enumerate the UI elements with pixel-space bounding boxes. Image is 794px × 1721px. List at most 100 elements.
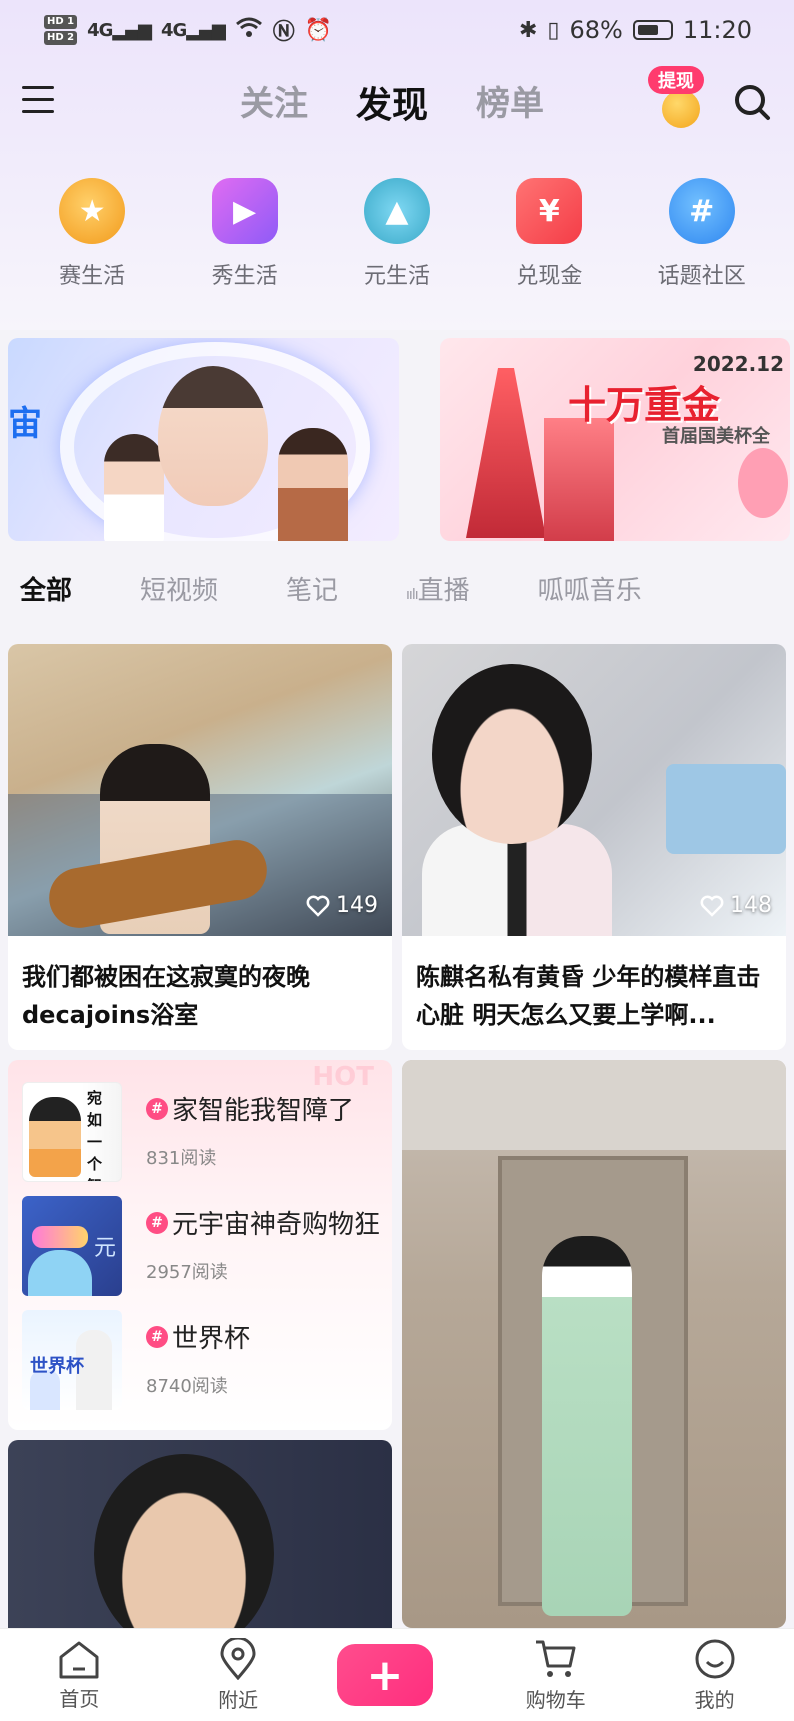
withdraw-badge: 提现 [648, 66, 704, 94]
nav-profile[interactable]: 我的 [655, 1638, 775, 1713]
cat-tab-all[interactable]: 全部 [20, 570, 72, 607]
topic-item[interactable]: 宛如一个智障 # 家智能我智障了 831阅读 [22, 1082, 382, 1182]
nav-publish[interactable]: + [336, 1644, 457, 1706]
cat-tab-short-video[interactable]: 短视频 [140, 570, 218, 607]
feed-card-tall[interactable] [402, 1060, 786, 1628]
live-bars-icon: ıılı [406, 587, 419, 603]
hd1-label: HD 1 [44, 15, 78, 29]
nav-cart-label: 购物车 [525, 1687, 586, 1712]
avatar-man [278, 428, 348, 541]
hashtag-bubble-icon: # [668, 178, 735, 244]
hd-indicator: HD 1 HD 2 [44, 15, 78, 45]
hashtag-icon: # [146, 1325, 168, 1348]
head-shape [432, 664, 592, 844]
hashtag-icon: # [146, 1211, 168, 1234]
bottom-nav: 首页 附近 + 购物车 我的 [0, 1628, 794, 1721]
quick-entry-cash[interactable]: ¥ 兑现金 [484, 178, 614, 308]
topic-name: # 元宇宙神奇购物狂 [146, 1204, 380, 1241]
battery-percent: 68% [569, 16, 623, 44]
nav-nearby[interactable]: 附近 [178, 1637, 298, 1713]
nav-home-label: 首页 [59, 1686, 100, 1711]
thumbnail-text: 宛如一个智障 [87, 1089, 103, 1181]
topic-name: # 世界杯 [146, 1318, 250, 1355]
card-title: 我们都被困在这寂寞的夜晚decajoins浴室 [22, 963, 310, 1029]
avatar-body [28, 1250, 92, 1296]
topic-reads: 8740阅读 [146, 1376, 228, 1397]
nfc-icon: Ⓝ [272, 20, 295, 45]
topic-thumbnail: 宛如一个智障 [22, 1082, 122, 1182]
topic-reads: 2957阅读 [146, 1262, 228, 1283]
metaverse-city-icon: ▲ [363, 178, 430, 244]
cartoon-figure [29, 1097, 81, 1177]
feed-card-partial[interactable] [8, 1440, 392, 1628]
pillow-shape [666, 764, 786, 854]
card-cover-image: 149 [8, 644, 392, 936]
cart-icon [535, 1640, 576, 1677]
status-bar: HD 1 HD 2 4G▂▄▆ 4G▂▄▆ Ⓝ ⏰ ✱ ▯ 68% 11:20 [0, 0, 794, 60]
heart-icon [306, 895, 330, 917]
quick-entry-label: 赛生活 [59, 264, 126, 289]
thumbnail-text: 世界杯 [30, 1356, 84, 1377]
quick-entry-label: 元生活 [363, 264, 430, 289]
top-nav: 关注 发现 榜单 提现 [0, 66, 794, 138]
topic-name: # 家智能我智障了 [146, 1090, 354, 1127]
topic-item[interactable]: 元 # 元宇宙神奇购物狂 2957阅读 [22, 1196, 382, 1296]
clock: 11:20 [682, 16, 752, 44]
like-count-value: 149 [336, 893, 378, 918]
battery-icon [632, 20, 673, 40]
banner-subtitle: 首届国美杯全 [662, 426, 770, 447]
quick-entry-xiu[interactable]: ▶ 秀生活 [180, 178, 310, 308]
feed-card[interactable]: 148 陈麒名私有黄昏 少年的模样直击心脏 明天怎么又要上学啊... [402, 644, 786, 1050]
banner-date: 2022.12 [692, 352, 784, 376]
tab-discover[interactable]: 发现 [356, 76, 428, 128]
hashtag-icon: # [146, 1097, 168, 1120]
network2-label: 4G [160, 19, 187, 41]
vibrate-icon: ▯ [547, 17, 560, 43]
status-right: ✱ ▯ 68% 11:20 [519, 16, 752, 44]
withdraw-entry[interactable]: 提现 [648, 66, 720, 132]
like-count-value: 148 [730, 893, 772, 918]
banner-tower [466, 368, 546, 538]
card-cover-image: 148 [402, 644, 786, 936]
cat-tab-music[interactable]: 呱呱音乐 [538, 570, 642, 607]
vr-visor [32, 1226, 88, 1248]
category-tabs: 全部 短视频 笔记 ıılı直播 呱呱音乐 [20, 570, 642, 607]
topic-item[interactable]: 世界杯 # 世界杯 8740阅读 [22, 1310, 382, 1410]
cat-tab-live[interactable]: ıılı直播 [406, 570, 470, 607]
banner-headline: 十万重金 [568, 383, 721, 427]
tab-follow[interactable]: 关注 [240, 76, 308, 128]
topic-thumbnail: 世界杯 [22, 1310, 122, 1410]
location-pin-icon [220, 1637, 256, 1680]
feed-card[interactable]: 149 我们都被困在这寂寞的夜晚decajoins浴室 [8, 644, 392, 1050]
quick-entry-sai[interactable]: ★ 赛生活 [27, 178, 157, 308]
signal2-icon: 4G▂▄▆ [160, 19, 226, 41]
quick-entry-topic[interactable]: # 话题社区 [637, 178, 767, 308]
topic-name-text: 世界杯 [172, 1324, 251, 1354]
card-title: 陈麒名私有黄昏 少年的模样直击心脏 明天怎么又要上学啊... [416, 963, 761, 1029]
quick-entry-yuan[interactable]: ▲ 元生活 [332, 178, 462, 308]
tab-ranking[interactable]: 榜单 [476, 76, 544, 128]
heart-decoration [738, 448, 788, 518]
smiley-profile-icon [695, 1639, 735, 1678]
banner-metaverse[interactable]: 宙 [8, 338, 399, 541]
avatar-child [104, 434, 164, 541]
home-icon [59, 1641, 99, 1678]
network1-label: 4G [87, 19, 113, 41]
banner-building [544, 418, 614, 541]
avatar-woman [158, 366, 268, 506]
banner-contest[interactable]: 2022.12 十万重金 首届国美杯全 [440, 338, 790, 541]
topic-thumbnail: 元 [22, 1196, 122, 1296]
menu-icon[interactable] [22, 86, 54, 114]
face-shape [94, 1454, 274, 1628]
wifi-icon [235, 16, 263, 44]
quick-entry-label: 话题社区 [657, 264, 746, 289]
search-icon[interactable] [732, 82, 772, 122]
nav-home[interactable]: 首页 [19, 1639, 139, 1712]
bluetooth-icon: ✱ [518, 17, 538, 43]
nav-cart[interactable]: 购物车 [496, 1638, 616, 1713]
status-left: HD 1 HD 2 4G▂▄▆ 4G▂▄▆ Ⓝ ⏰ [44, 14, 332, 46]
cat-tab-notes[interactable]: 笔记 [286, 570, 338, 607]
quick-entry-label: 秀生活 [211, 264, 278, 289]
hot-topics-card: HOT 宛如一个智障 # 家智能我智障了 831阅读 元 # 元宇宙神奇购物狂 … [8, 1060, 392, 1430]
topic-reads: 831阅读 [146, 1148, 217, 1169]
